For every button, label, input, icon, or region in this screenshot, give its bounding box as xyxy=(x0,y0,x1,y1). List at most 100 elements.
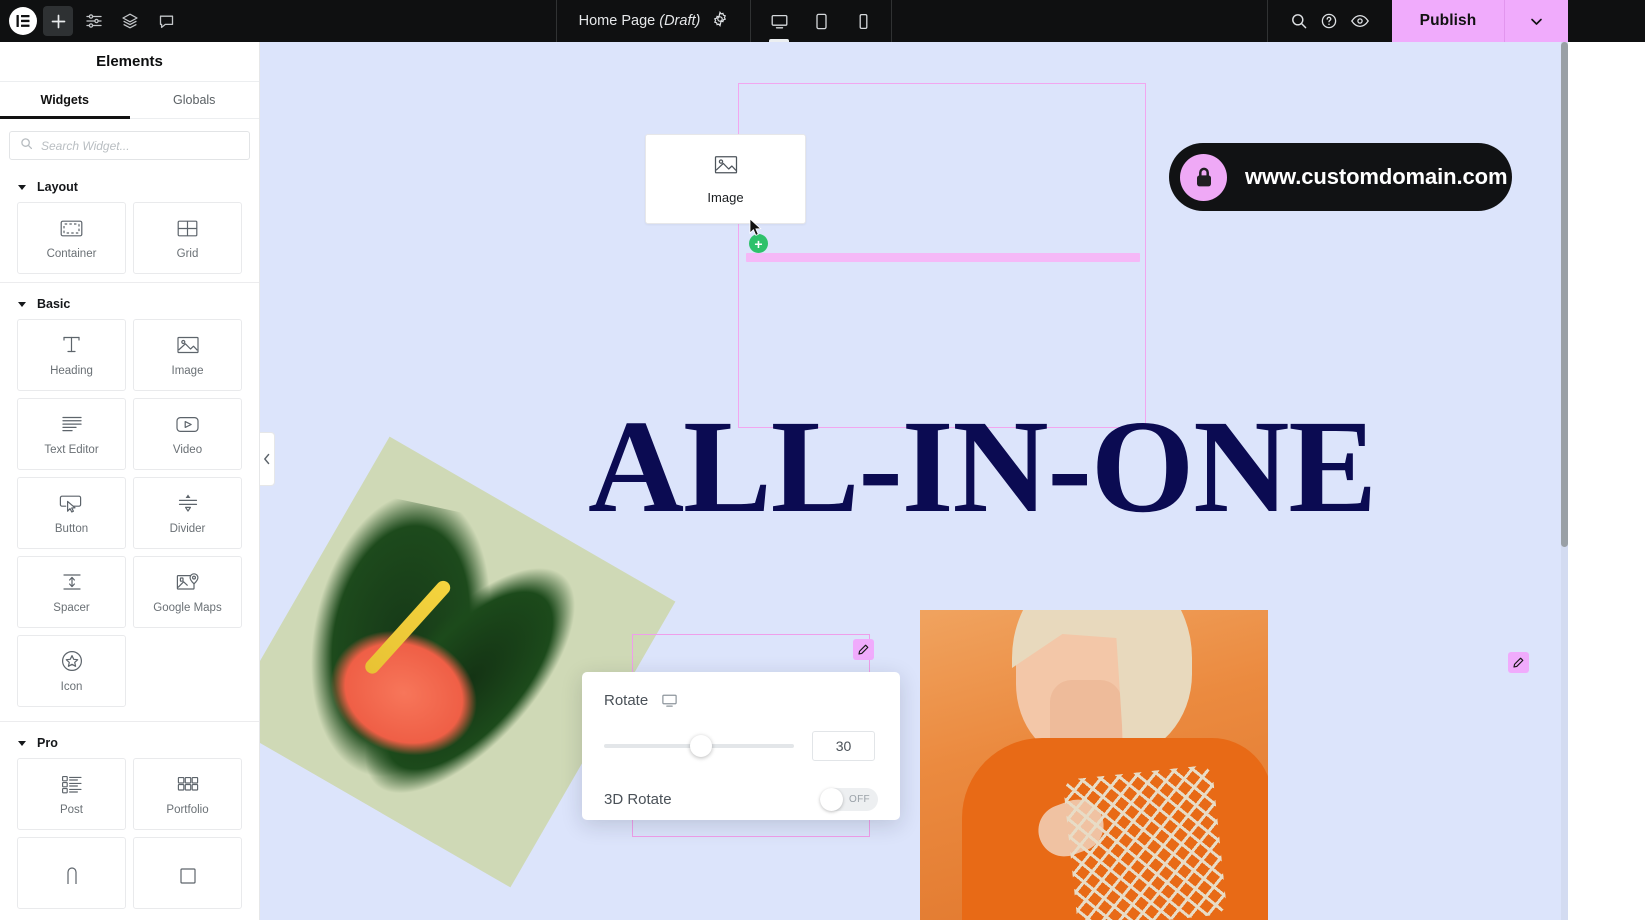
elementor-logo-icon[interactable] xyxy=(9,7,37,35)
video-icon xyxy=(175,412,200,436)
elementor-editor: Home Page (Draft) Publish Elements Widge… xyxy=(0,0,1645,920)
site-settings-button[interactable] xyxy=(79,6,109,36)
custom-domain-url: www.customdomain.com xyxy=(1245,164,1508,189)
widget-video[interactable]: Video xyxy=(133,398,242,470)
divider-icon xyxy=(176,491,200,515)
panel-collapse-button[interactable] xyxy=(260,432,275,486)
widget-icon[interactable]: Icon xyxy=(17,635,126,707)
section-basic: Basic Heading Image Text Editor Video Bu… xyxy=(0,287,259,726)
section-divider xyxy=(0,721,259,722)
widget-post[interactable]: Post xyxy=(17,758,126,830)
widget-text-editor[interactable]: Text Editor xyxy=(17,398,126,470)
rotate-value-input[interactable]: 30 xyxy=(812,731,875,761)
lock-icon xyxy=(1180,153,1227,201)
toolbar-left-group xyxy=(0,0,181,42)
section-basic-header[interactable]: Basic xyxy=(0,287,259,319)
navigator-layers-button[interactable] xyxy=(115,6,145,36)
canvas-scrollbar[interactable] xyxy=(1561,42,1568,920)
section-divider xyxy=(0,282,259,283)
rotate-slider[interactable] xyxy=(604,735,794,757)
widget-google-maps[interactable]: Google Maps xyxy=(133,556,242,628)
drag-preview-image-widget[interactable]: Image xyxy=(645,134,806,224)
document-title-group[interactable]: Home Page (Draft) xyxy=(555,0,752,42)
section-basic-widgets: Heading Image Text Editor Video Button D… xyxy=(0,319,259,707)
model-image[interactable] xyxy=(920,610,1268,920)
section-pro: Pro Post Portfolio xyxy=(0,726,259,913)
section-layout-title: Layout xyxy=(37,180,78,194)
rotate-slider-row: 30 xyxy=(604,731,878,761)
toggle-state-label: OFF xyxy=(849,794,870,805)
widget-heading[interactable]: Heading xyxy=(17,319,126,391)
publish-options-button[interactable] xyxy=(1504,0,1568,42)
widget-grid[interactable]: Grid xyxy=(133,202,242,274)
desktop-icon[interactable] xyxy=(661,692,678,709)
page-canvas[interactable]: Image + www.customdomain.com ALL-IN-ONE xyxy=(260,42,1568,920)
responsive-device-switcher xyxy=(751,0,893,42)
widget-container[interactable]: Container xyxy=(17,202,126,274)
chevron-down-icon xyxy=(18,184,26,190)
portfolio-grid-icon xyxy=(176,772,200,796)
page-right-strip xyxy=(1568,0,1645,920)
publish-button[interactable]: Publish xyxy=(1392,0,1504,42)
widget-partial-row-2[interactable] xyxy=(133,837,242,909)
top-toolbar: Home Page (Draft) Publish xyxy=(0,0,1568,42)
question-circle-icon[interactable] xyxy=(1320,12,1338,30)
page-heading[interactable]: ALL-IN-ONE xyxy=(588,400,1377,533)
search-icon xyxy=(20,137,33,155)
widget-partial-row[interactable] xyxy=(17,837,126,909)
toolbar-utility-icons xyxy=(1267,0,1392,42)
custom-domain-badge: www.customdomain.com xyxy=(1169,143,1512,211)
widget-video-label: Video xyxy=(172,444,203,456)
edit-model-image-button[interactable] xyxy=(1508,652,1529,673)
three-d-rotate-toggle[interactable]: OFF xyxy=(820,788,878,811)
three-d-rotate-row: 3D Rotate OFF xyxy=(604,788,878,811)
device-tablet-button[interactable] xyxy=(803,0,839,42)
widget-portfolio[interactable]: Portfolio xyxy=(133,758,242,830)
container-icon xyxy=(60,216,83,240)
section-basic-title: Basic xyxy=(37,297,71,311)
widget-heading-label: Heading xyxy=(50,365,93,377)
panel-tabs: Widgets Globals xyxy=(0,82,259,119)
widget-icon-label: Icon xyxy=(60,681,83,693)
widget-image[interactable]: Image xyxy=(133,319,242,391)
section-pro-widgets: Post Portfolio xyxy=(0,758,259,909)
device-mobile-button[interactable] xyxy=(845,0,881,42)
chevron-down-icon xyxy=(18,301,26,307)
elements-panel: Elements Widgets Globals Search Widget..… xyxy=(0,42,260,920)
widget-divider[interactable]: Divider xyxy=(133,477,242,549)
widget-post-label: Post xyxy=(59,804,83,816)
toolbar-right-group: Publish xyxy=(1267,0,1568,42)
document-status: (Draft) xyxy=(659,13,701,29)
page-title: Home Page (Draft) xyxy=(578,13,701,29)
section-layout-header[interactable]: Layout xyxy=(0,170,259,202)
widget-button[interactable]: Button xyxy=(17,477,126,549)
search-icon[interactable] xyxy=(1290,12,1308,30)
topbar-right-fill xyxy=(1568,0,1645,42)
eye-icon[interactable] xyxy=(1350,12,1370,30)
tab-widgets[interactable]: Widgets xyxy=(0,82,130,119)
widget-spacer[interactable]: Spacer xyxy=(17,556,126,628)
image-icon xyxy=(713,154,739,181)
widget-spacer-label: Spacer xyxy=(53,602,90,614)
section-layout: Layout Container Grid xyxy=(0,170,259,287)
mouse-pointer-icon xyxy=(749,218,763,242)
section-pro-header[interactable]: Pro xyxy=(0,726,259,758)
rotate-header: Rotate xyxy=(604,692,878,709)
device-desktop-button[interactable] xyxy=(761,0,797,42)
add-element-button[interactable] xyxy=(43,6,73,36)
tab-globals[interactable]: Globals xyxy=(130,82,260,118)
search-input[interactable]: Search Widget... xyxy=(9,131,250,160)
image-icon xyxy=(176,333,200,357)
section-layout-widgets: Container Grid xyxy=(0,202,259,274)
edit-flower-image-button[interactable] xyxy=(853,639,874,660)
rotate-slider-handle[interactable] xyxy=(690,735,712,757)
widget-image-label: Image xyxy=(171,365,204,377)
comment-icon[interactable] xyxy=(151,6,181,36)
rotate-control-popup: Rotate 30 3D Rotate OFF xyxy=(582,672,900,820)
search-placeholder: Search Widget... xyxy=(41,138,130,153)
gear-icon[interactable] xyxy=(712,11,728,31)
canvas-scrollbar-thumb[interactable] xyxy=(1561,42,1568,547)
widget-text-editor-label: Text Editor xyxy=(44,444,99,456)
star-circle-icon xyxy=(60,649,84,673)
widget-container-label: Container xyxy=(46,248,97,260)
